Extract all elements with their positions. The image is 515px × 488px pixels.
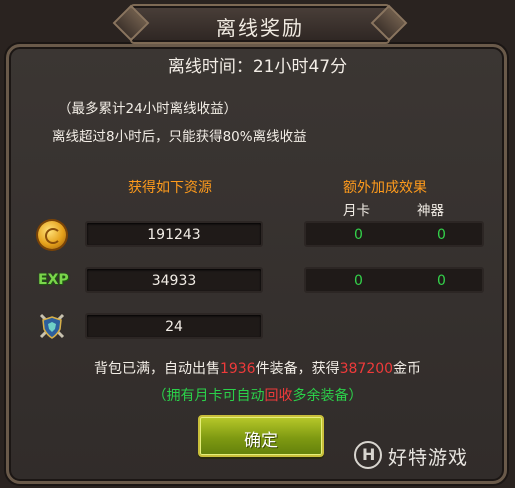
watermark-logo-icon [354, 441, 382, 469]
gold-bonus-yueka: 0 [354, 227, 363, 243]
exp-icon: EXP [38, 272, 69, 288]
equipment-value-field: 24 [85, 313, 263, 339]
gold-coin-icon [38, 221, 66, 249]
hint-close: 多余装备） [292, 388, 363, 404]
exp-bonus-field: 0 0 [304, 267, 484, 293]
hint-open: （拥有月卡可自动 [152, 388, 265, 404]
equipment-icon [39, 313, 65, 339]
resources-header: 获得如下资源 [128, 180, 212, 196]
max-offline-note: （最多累计24小时离线收益） [58, 101, 238, 117]
exp-bonus-shenqi: 0 [437, 273, 446, 289]
offline-penalty-note: 离线超过8小时后，只能获得80%离线收益 [52, 129, 307, 145]
exp-bonus-yueka: 0 [354, 273, 363, 289]
notice-prefix: 背包已满，自动出售 [93, 361, 220, 377]
confirm-label: 确定 [244, 431, 278, 451]
gold-bonus-shenqi: 0 [437, 227, 446, 243]
hint-highlight: 回收 [264, 388, 293, 404]
bonus-col-yueka: 月卡 [343, 203, 370, 219]
bag-full-notice: 背包已满，自动出售1936件装备，获得387200金币 [0, 358, 515, 378]
exp-value-field: 34933 [85, 267, 263, 293]
title-plate: 离线奖励 [130, 4, 390, 44]
bonus-col-shenqi: 神器 [417, 203, 444, 219]
notice-middle: 件装备，获得 [255, 361, 340, 377]
confirm-button[interactable]: 确定 [198, 415, 324, 457]
equipment-value: 24 [165, 319, 183, 335]
gold-bonus-field: 0 0 [304, 221, 484, 247]
watermark-text: 好特游戏 [388, 447, 469, 469]
monthly-card-hint: （拥有月卡可自动回收多余装备） [0, 385, 515, 405]
bonus-header: 额外加成效果 [343, 180, 427, 196]
exp-value: 34933 [151, 273, 197, 289]
notice-suffix: 金币 [393, 361, 422, 377]
sold-count: 1936 [219, 361, 256, 377]
dialog-title: 离线奖励 [216, 16, 304, 40]
offline-time-label: 离线时间：21小时47分 [167, 57, 348, 77]
gold-amount: 387200 [339, 361, 394, 377]
gold-value-field: 191243 [85, 221, 263, 247]
gold-value: 191243 [147, 227, 201, 243]
